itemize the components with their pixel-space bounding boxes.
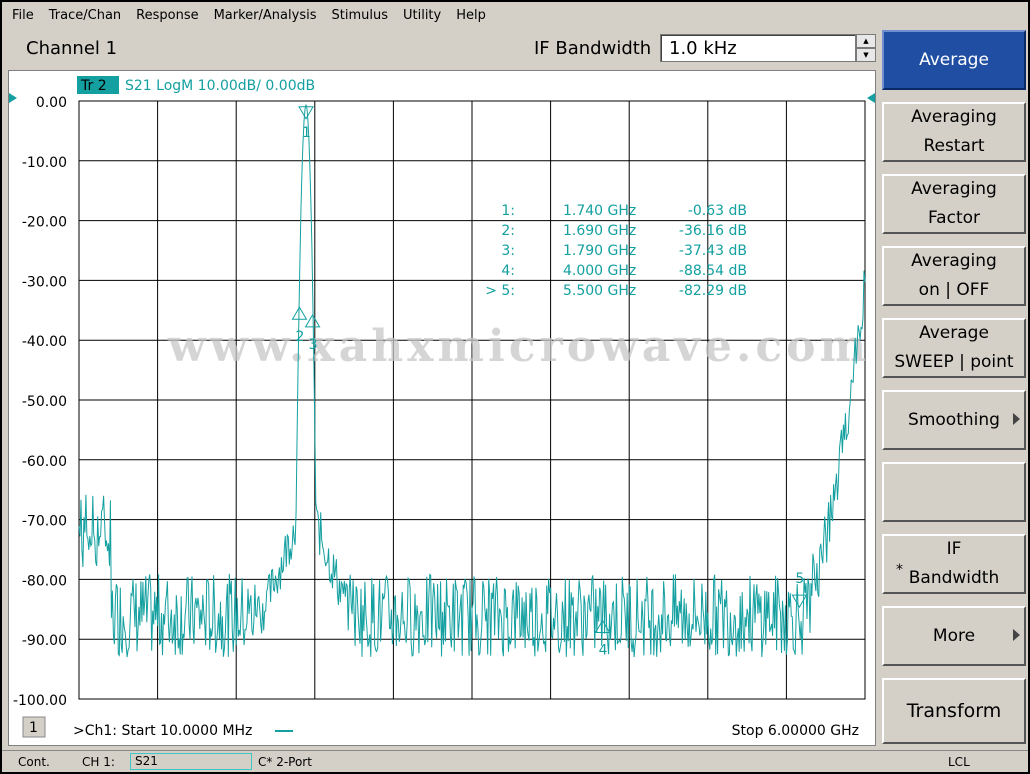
- softkey-more[interactable]: More: [882, 606, 1026, 666]
- if-bandwidth-label: IF Bandwidth: [534, 38, 652, 59]
- softkey-sublabel: SWEEP | point: [894, 352, 1014, 372]
- marker-readout-id: > 5:: [485, 283, 515, 299]
- y-tick-label: -60.00: [22, 454, 67, 470]
- y-tick-label: -20.00: [22, 215, 67, 231]
- channel-box-label: 1: [29, 720, 38, 736]
- softkey-panel: Average Averaging Restart Averaging Factor Av…: [880, 30, 1028, 746]
- y-axis-labels: 0.00 -10.00 -20.00 -30.00 -40.00 -50.00 -60.00…: [13, 95, 67, 709]
- marker-5-icon[interactable]: [791, 594, 808, 609]
- menu-stimulus[interactable]: Stimulus: [331, 8, 388, 23]
- status-lcl: LCL: [948, 755, 970, 769]
- trace-plot-svg: 0.00 -10.00 -20.00 -30.00 -40.00 -50.00 -60.00…: [9, 76, 875, 739]
- y-tick-label: -30.00: [22, 274, 67, 290]
- marker-readout-value: -37.43 dB: [679, 243, 747, 259]
- marker-readout-value: -82.29 dB: [679, 283, 747, 299]
- start-frequency: >Ch1: Start 10.0000 MHz: [73, 723, 252, 739]
- marker-readout-id: 1:: [501, 203, 515, 219]
- status-bar: Cont. CH 1: S21 C* 2-Port LCL: [2, 750, 1028, 772]
- watermark: www.xahxmicrowave.com: [167, 321, 870, 372]
- softkey-averaging-restart[interactable]: Averaging Restart: [882, 102, 1026, 162]
- marker-5-label: 5: [795, 571, 804, 587]
- marker-readout-freq: 4.000 GHz: [563, 263, 636, 279]
- y-tick-label: -80.00: [22, 573, 67, 589]
- y-tick-label: -100.00: [13, 693, 67, 709]
- softkey-label: Transform: [906, 699, 1002, 722]
- marker-readout-value: -36.16 dB: [679, 223, 747, 239]
- marker-readout-id: 2:: [501, 223, 515, 239]
- spin-down-icon[interactable]: ▼: [856, 48, 876, 62]
- marker-1-icon[interactable]: [298, 106, 314, 120]
- modified-star-icon: *: [896, 562, 903, 578]
- marker-readout-id: 4:: [501, 263, 515, 279]
- marker-readout-freq: 1.690 GHz: [563, 223, 636, 239]
- menu-response[interactable]: Response: [136, 8, 198, 23]
- marker-readout-value: -0.63 dB: [688, 203, 747, 219]
- reference-left-icon: [9, 93, 17, 103]
- softkey-averaging-on-off[interactable]: Averaging on | OFF: [882, 246, 1026, 306]
- stop-frequency: Stop 6.00000 GHz: [732, 723, 859, 739]
- trace-markers: 12 345: [291, 106, 808, 658]
- marker-readout-freq: 1.790 GHz: [563, 243, 636, 259]
- softkey-blank[interactable]: [882, 462, 1026, 522]
- status-parameter[interactable]: S21: [130, 753, 252, 770]
- softkey-sublabel: on | OFF: [918, 280, 990, 300]
- softkey-label: More: [932, 625, 976, 646]
- y-tick-label: -70.00: [22, 514, 67, 530]
- trace-label: S21 LogM 10.00dB/ 0.00dB: [125, 78, 315, 94]
- softkey-sublabel: Bandwidth: [908, 568, 1000, 588]
- marker-4-label: 4: [599, 642, 608, 658]
- status-mode: Cont.: [18, 755, 50, 769]
- menu-utility[interactable]: Utility: [403, 8, 441, 23]
- status-calibration: C* 2-Port: [258, 755, 312, 769]
- marker-1-label: 1: [302, 125, 311, 141]
- softkey-label: Average: [919, 323, 989, 343]
- y-tick-label: -50.00: [22, 394, 67, 410]
- softkey-label: Average: [919, 49, 989, 70]
- softkey-average[interactable]: Average: [882, 30, 1026, 90]
- softkey-label: Averaging: [911, 251, 997, 271]
- marker-readout-freq: 5.500 GHz: [563, 283, 636, 299]
- marker-readout: 1: 1.740 GHz -0.63 dB 2: 1.690 GHz -36.16 dB 3…: [485, 203, 747, 299]
- marker-2-label: 2: [295, 329, 304, 345]
- if-bandwidth-spinner[interactable]: ▲ ▼: [856, 34, 876, 62]
- trace-tag: Tr 2: [80, 78, 107, 94]
- submenu-arrow-icon: [1013, 629, 1020, 641]
- spin-up-icon[interactable]: ▲: [856, 34, 876, 48]
- marker-readout-value: -88.54 dB: [679, 263, 747, 279]
- channel-header: Channel 1 IF Bandwidth ▲ ▼: [6, 30, 878, 68]
- menu-bar: File Trace/Chan Response Marker/Analysis…: [2, 2, 1028, 28]
- menu-trace-chan[interactable]: Trace/Chan: [49, 8, 121, 23]
- y-tick-label: -10.00: [22, 155, 67, 171]
- trace-plot[interactable]: 0.00 -10.00 -20.00 -30.00 -40.00 -50.00 -60.00…: [8, 70, 876, 746]
- softkey-label: IF: [946, 539, 962, 559]
- analyzer-window: File Trace/Chan Response Marker/Analysis…: [0, 0, 1030, 774]
- softkey-sublabel: Factor: [927, 208, 981, 228]
- y-tick-label: -40.00: [22, 334, 67, 350]
- softkey-averaging-factor[interactable]: Averaging Factor: [882, 174, 1026, 234]
- marker-3-label: 3: [309, 337, 318, 353]
- menu-marker-analysis[interactable]: Marker/Analysis: [214, 8, 317, 23]
- softkey-average-sweep-point[interactable]: Average SWEEP | point: [882, 318, 1026, 378]
- y-tick-label: 0.00: [36, 95, 67, 111]
- softkey-sublabel: Restart: [923, 136, 985, 156]
- softkey-label: Smoothing: [908, 409, 1000, 430]
- marker-readout-id: 3:: [501, 243, 515, 259]
- status-channel: CH 1:: [82, 755, 115, 769]
- y-tick-label: -90.00: [22, 633, 67, 649]
- softkey-if-bandwidth[interactable]: IF Bandwidth *: [882, 534, 1026, 594]
- channel-title: Channel 1: [26, 38, 118, 59]
- menu-help[interactable]: Help: [456, 8, 486, 23]
- reference-right-icon: [867, 93, 875, 103]
- softkey-label: Averaging: [911, 179, 997, 199]
- softkey-smoothing[interactable]: Smoothing: [882, 390, 1026, 450]
- softkey-transform[interactable]: Transform: [882, 678, 1026, 744]
- if-bandwidth-input[interactable]: [660, 34, 856, 62]
- softkey-label: Averaging: [911, 107, 997, 127]
- menu-file[interactable]: File: [12, 8, 34, 23]
- marker-readout-freq: 1.740 GHz: [563, 203, 636, 219]
- submenu-arrow-icon: [1013, 413, 1020, 425]
